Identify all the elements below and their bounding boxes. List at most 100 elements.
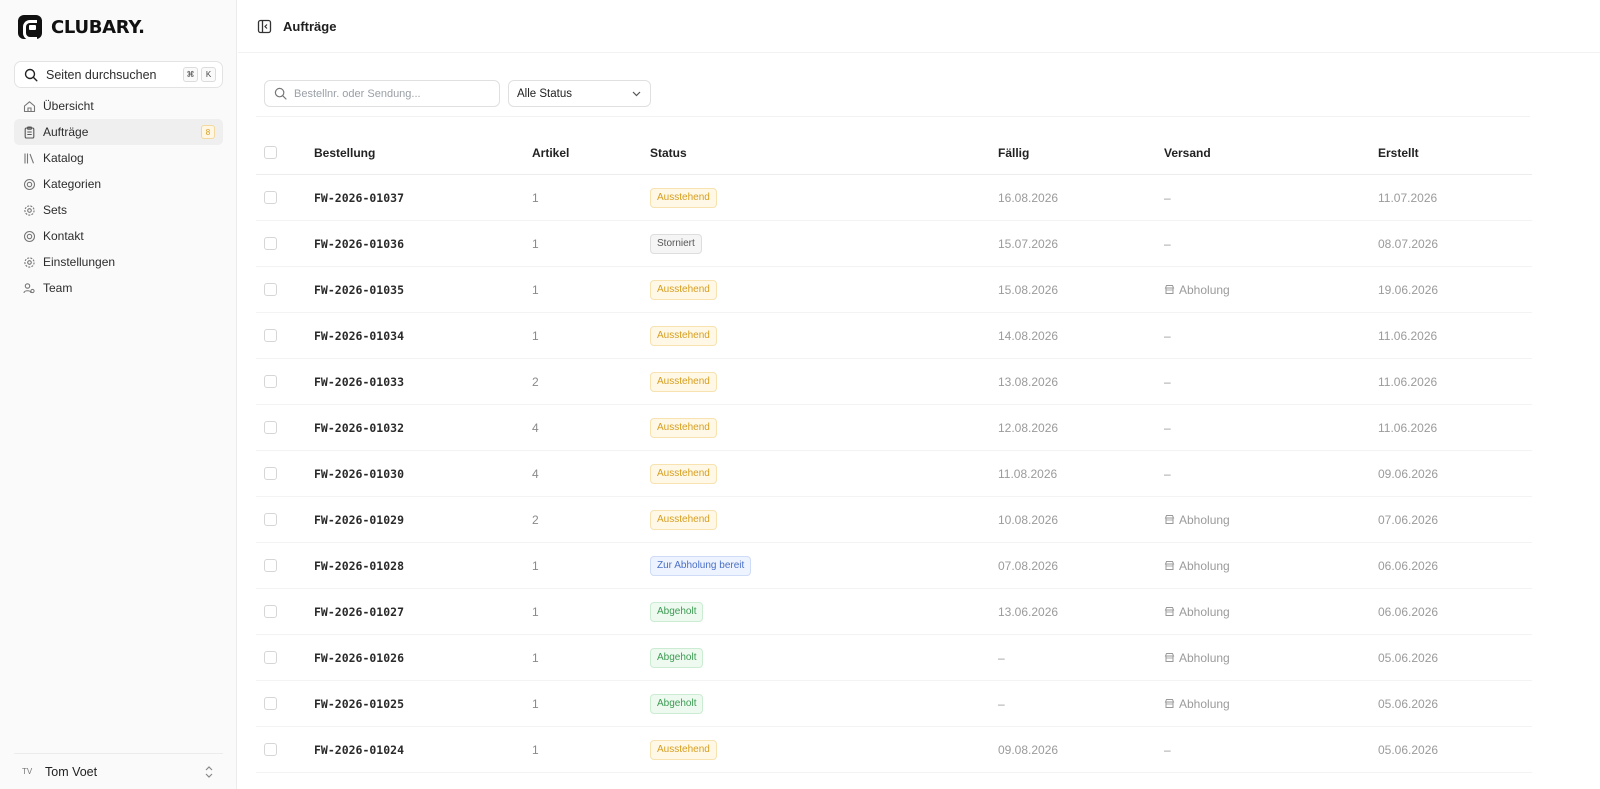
row-checkbox[interactable]	[264, 329, 277, 342]
created-date: 11.07.2026	[1378, 190, 1438, 205]
row-select-cell	[256, 237, 314, 250]
table-row[interactable]: FW-2026-01030 4 Ausstehend 11.08.2026 – 09.06…	[256, 451, 1532, 497]
order-number[interactable]: FW-2026-01025	[314, 697, 404, 711]
sidebar-item-label: Aufträge	[43, 125, 89, 139]
table-row[interactable]: FW-2026-01024 1 Ausstehend 09.08.2026 – 05.06…	[256, 727, 1532, 773]
column-header-erstellt[interactable]: Erstellt	[1378, 146, 1532, 160]
order-search-field[interactable]	[264, 80, 500, 107]
row-select-cell	[256, 283, 314, 296]
status-badge: Abgeholt	[650, 647, 704, 668]
sidebar-item-sets[interactable]: Sets	[14, 197, 223, 223]
status-cell: Ausstehend	[650, 509, 998, 530]
column-header-status[interactable]: Status	[650, 146, 998, 160]
order-search-input[interactable]	[294, 87, 484, 100]
column-header-faellig[interactable]: Fällig	[998, 146, 1164, 160]
table-row[interactable]: FW-2026-01034 1 Ausstehend 14.08.2026 – 11.06…	[256, 313, 1532, 359]
item-count: 4	[532, 466, 539, 481]
item-count: 1	[532, 558, 539, 573]
sidebar-item-label: Sets	[43, 203, 68, 217]
order-number[interactable]: FW-2026-01036	[314, 237, 404, 251]
status-cell: Ausstehend	[650, 371, 998, 392]
order-number-cell: FW-2026-01036	[314, 237, 532, 251]
shipping-cell: Abholung	[1164, 697, 1378, 711]
order-number[interactable]: FW-2026-01028	[314, 559, 404, 573]
table-row[interactable]: FW-2026-01029 2 Ausstehend 10.08.2026 Abholu…	[256, 497, 1532, 543]
page-title: Aufträge	[283, 18, 337, 34]
created-date: 11.06.2026	[1378, 420, 1438, 435]
table-row[interactable]: FW-2026-01033 2 Ausstehend 13.08.2026 – 11.06…	[256, 359, 1532, 405]
order-number-cell: FW-2026-01028	[314, 559, 532, 573]
row-checkbox[interactable]	[264, 513, 277, 526]
sidebar-item-label: Team	[43, 281, 73, 295]
row-checkbox[interactable]	[264, 743, 277, 756]
brand-logo[interactable]: CLUBARY.	[18, 15, 145, 40]
sidebar-item-kategorien[interactable]: Kategorien	[14, 171, 223, 197]
table-row[interactable]: FW-2026-01025 1 Abgeholt – Abholung 05.06.202…	[256, 681, 1532, 727]
table-row[interactable]: FW-2026-01032 4 Ausstehend 12.08.2026 – 11.06…	[256, 405, 1532, 451]
item-count: 1	[532, 650, 539, 665]
sidebar-item-einstellungen[interactable]: Einstellungen	[14, 249, 223, 275]
search-icon	[274, 87, 287, 100]
row-checkbox[interactable]	[264, 191, 277, 204]
column-header-versand[interactable]: Versand	[1164, 146, 1378, 160]
row-select-cell	[256, 605, 314, 618]
column-header-bestellung[interactable]: Bestellung	[314, 146, 532, 160]
table-row[interactable]: FW-2026-01036 1 Storniert 15.07.2026 – 08.07.…	[256, 221, 1532, 267]
item-count: 1	[532, 282, 539, 297]
column-header-artikel[interactable]: Artikel	[532, 146, 650, 160]
shipping-pickup: Abholung	[1164, 559, 1378, 573]
sidebar-toggle-icon[interactable]	[257, 19, 272, 34]
table-row[interactable]: FW-2026-01037 1 Ausstehend 16.08.2026 – 11.07…	[256, 175, 1532, 221]
table-body: FW-2026-01037 1 Ausstehend 16.08.2026 – 11.07…	[256, 175, 1532, 773]
table-row[interactable]: FW-2026-01035 1 Ausstehend 15.08.2026 Abholu…	[256, 267, 1532, 313]
row-select-cell	[256, 743, 314, 756]
item-count: 2	[532, 512, 539, 527]
shipping-cell: Abholung	[1164, 283, 1378, 297]
row-checkbox[interactable]	[264, 237, 277, 250]
order-number[interactable]: FW-2026-01035	[314, 283, 404, 297]
user-switcher[interactable]: TV Tom Voet	[14, 753, 223, 789]
status-filter-select[interactable]: Alle Status	[508, 80, 651, 107]
table-row[interactable]: FW-2026-01027 1 Abgeholt 13.06.2026 Abholung…	[256, 589, 1532, 635]
status-badge: Ausstehend	[650, 187, 717, 208]
order-number[interactable]: FW-2026-01032	[314, 421, 404, 435]
order-number[interactable]: FW-2026-01027	[314, 605, 404, 619]
order-number[interactable]: FW-2026-01030	[314, 467, 404, 481]
row-checkbox[interactable]	[264, 559, 277, 572]
sidebar-item-kontakt[interactable]: Kontakt	[14, 223, 223, 249]
page-header: Aufträge	[238, 0, 1600, 53]
row-checkbox[interactable]	[264, 605, 277, 618]
page-search-button[interactable]: Seiten durchsuchen ⌘ K	[14, 61, 223, 88]
order-number[interactable]: FW-2026-01033	[314, 375, 404, 389]
lifebuoy-icon	[22, 177, 36, 191]
sidebar-item-uebersicht[interactable]: Übersicht	[14, 93, 223, 119]
shipping-cell: –	[1164, 191, 1378, 205]
status-badge: Ausstehend	[650, 371, 717, 392]
order-number[interactable]: FW-2026-01024	[314, 743, 404, 757]
order-number[interactable]: FW-2026-01037	[314, 191, 404, 205]
row-checkbox[interactable]	[264, 697, 277, 710]
row-checkbox[interactable]	[264, 467, 277, 480]
status-badge: Ausstehend	[650, 279, 717, 300]
order-number[interactable]: FW-2026-01029	[314, 513, 404, 527]
select-all-checkbox[interactable]	[264, 146, 277, 159]
due-date: 15.07.2026	[998, 236, 1059, 251]
sidebar-item-katalog[interactable]: Katalog	[14, 145, 223, 171]
table-row[interactable]: FW-2026-01026 1 Abgeholt – Abholung 05.06.202…	[256, 635, 1532, 681]
sidebar-item-auftraege[interactable]: Aufträge 8	[14, 119, 223, 145]
sidebar-item-team[interactable]: Team	[14, 275, 223, 301]
shipping-value: –	[1164, 328, 1171, 343]
due-date: 14.08.2026	[998, 328, 1059, 343]
brand-name: CLUBARY.	[51, 17, 145, 38]
order-number[interactable]: FW-2026-01034	[314, 329, 404, 343]
row-select-cell	[256, 329, 314, 342]
item-count: 1	[532, 190, 539, 205]
row-checkbox[interactable]	[264, 421, 277, 434]
row-checkbox[interactable]	[264, 375, 277, 388]
status-cell: Ausstehend	[650, 739, 998, 760]
row-checkbox[interactable]	[264, 651, 277, 664]
row-checkbox[interactable]	[264, 283, 277, 296]
table-row[interactable]: FW-2026-01028 1 Zur Abholung bereit 07.08.2…	[256, 543, 1532, 589]
row-select-cell	[256, 559, 314, 572]
order-number[interactable]: FW-2026-01026	[314, 651, 404, 665]
